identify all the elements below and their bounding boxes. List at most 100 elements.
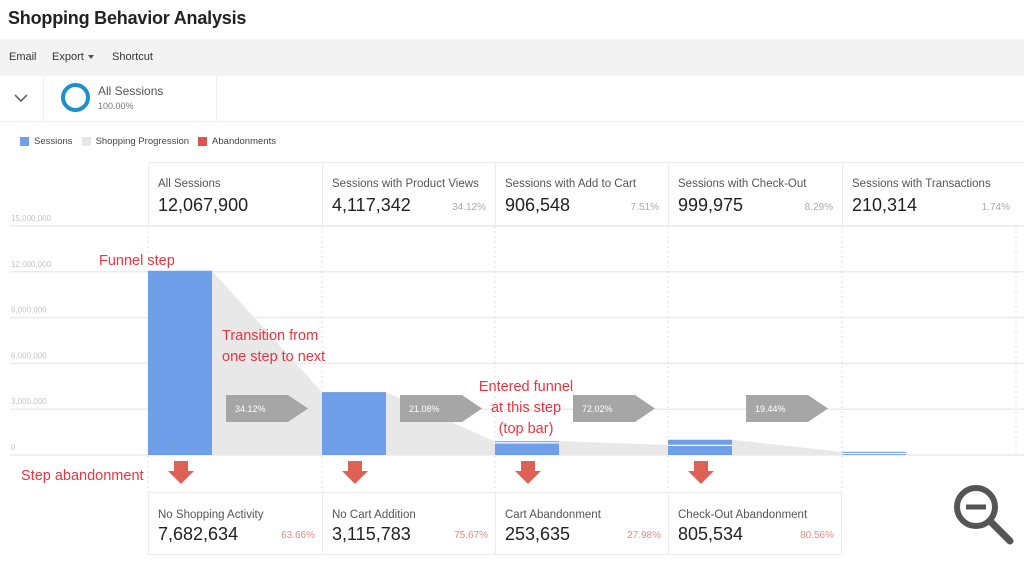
y-tick-label: 12,000,000: [11, 260, 52, 269]
chevron-down-icon: [14, 94, 28, 103]
transition-rate-label: 72.02%: [582, 404, 613, 414]
legend-swatch-progression: [81, 137, 91, 146]
chart-legend: Sessions Shopping Progression Abandonmen…: [20, 136, 285, 147]
transition-rate-arrow: [226, 395, 308, 422]
abandonment-arrow-icon[interactable]: [342, 461, 368, 484]
progression-area: [212, 270, 386, 455]
step-header-transactions[interactable]: Sessions with Transactions 210,314 1.74%: [842, 163, 1024, 226]
step-value: 12,067,900: [158, 195, 249, 215]
abandonment-label: No Shopping Activity: [158, 509, 264, 521]
transition-rate-arrow: [400, 395, 482, 422]
y-tick-label: 3,000,000: [11, 397, 47, 406]
step-header-check-out[interactable]: Sessions with Check-Out 999,975 8.29%: [668, 163, 842, 226]
legend-label: Shopping Progression: [95, 136, 190, 147]
transition-rate-arrow: [573, 395, 655, 422]
abandonment-percent: 80.56%: [800, 530, 834, 541]
annotation-entered-funnel: (top bar): [499, 421, 554, 437]
segment-toggle-button[interactable]: [0, 76, 44, 122]
abandonment-check-out-abandonment[interactable]: Check-Out Abandonment 805,534 80.56%: [668, 493, 842, 555]
segment-bar: All Sessions 100.00%: [0, 76, 1024, 122]
session-bar: [322, 392, 386, 455]
transition-rate-arrow: [746, 395, 828, 422]
step-header-all-sessions[interactable]: All Sessions 12,067,900: [148, 163, 322, 226]
step-value: 4,117,342: [332, 195, 411, 215]
down-arrow-shape: [688, 461, 714, 484]
down-arrow-shape: [342, 461, 368, 484]
abandonment-arrow-icon[interactable]: [168, 461, 194, 484]
abandonment-percent: 75.67%: [454, 530, 488, 541]
segment-card-all-sessions[interactable]: All Sessions 100.00%: [44, 76, 217, 122]
abandonment-value: 253,635: [505, 524, 571, 544]
step-percent: 7.51%: [630, 202, 659, 213]
shortcut-button[interactable]: Shortcut: [112, 51, 153, 63]
progression-area: [732, 439, 906, 455]
step-label: Sessions with Add to Cart: [505, 178, 637, 190]
step-value: 906,548: [505, 195, 571, 215]
step-value: 999,975: [678, 195, 744, 215]
page-title: Shopping Behavior Analysis: [8, 8, 247, 28]
annotation-transition: one step to next: [222, 349, 325, 365]
segment-percent: 100.00%: [98, 101, 134, 111]
segment-ring-icon: [61, 83, 90, 112]
y-tick-label: 9,000,000: [11, 306, 47, 315]
abandonment-percent: 27.98%: [627, 530, 661, 541]
step-header-row: All Sessions 12,067,900 Sessions with Pr…: [148, 162, 1024, 226]
abandonment-value: 805,534: [678, 524, 744, 544]
abandonment-label: Cart Abandonment: [505, 509, 601, 521]
step-percent: 1.74%: [981, 202, 1010, 213]
step-header-add-to-cart[interactable]: Sessions with Add to Cart 906,548 7.51%: [495, 163, 668, 226]
progression-area: [559, 441, 732, 455]
step-percent: 34.12%: [452, 202, 486, 213]
legend-item-abandonments: Abandonments: [198, 136, 276, 147]
step-percent: 8.29%: [804, 202, 833, 213]
abandonment-value: 7,682,634: [158, 524, 239, 544]
toolbar: Email Export Shortcut: [0, 39, 1024, 76]
abandonment-label: Check-Out Abandonment: [678, 509, 808, 521]
segment-name: All Sessions: [98, 84, 164, 98]
y-tick-label: 6,000,000: [11, 351, 47, 360]
step-header-product-views[interactable]: Sessions with Product Views 4,117,342 34…: [322, 163, 495, 226]
annotation-funnel-step: Funnel step: [99, 253, 175, 269]
down-arrow-shape: [168, 461, 194, 484]
abandonment-no-shopping-activity[interactable]: No Shopping Activity 7,682,634 63.66%: [148, 493, 322, 555]
export-label: Export: [52, 51, 84, 63]
caret-down-icon: [87, 55, 94, 60]
annotation-step-abandonment: Step abandonment: [21, 468, 144, 484]
legend-swatch-sessions: [20, 137, 29, 146]
annotation-transition: Transition from: [222, 328, 318, 344]
step-value: 210,314: [852, 195, 918, 215]
down-arrow-shape: [515, 461, 541, 484]
y-tick-label: 0: [11, 443, 16, 452]
annotation-entered-funnel: Entered funnel: [479, 379, 573, 395]
legend-label: Abandonments: [212, 136, 276, 147]
abandonment-cart-abandonment[interactable]: Cart Abandonment 253,635 27.98%: [495, 493, 668, 555]
step-label: Sessions with Check-Out: [678, 178, 807, 190]
legend-label: Sessions: [34, 136, 73, 147]
abandonment-arrow-icon[interactable]: [688, 461, 714, 484]
step-label: Sessions with Product Views: [332, 178, 479, 190]
abandonment-value: 3,115,783: [332, 524, 411, 544]
abandonment-arrow-icon[interactable]: [515, 461, 541, 484]
step-label: All Sessions: [158, 178, 221, 190]
progression-area: [386, 392, 559, 455]
legend-swatch-abandonments: [198, 137, 208, 146]
zoom-out-icon: [954, 485, 1014, 545]
annotation-entered-funnel: at this step: [491, 400, 561, 416]
zoom-out-button[interactable]: [952, 483, 1016, 547]
legend-item-sessions: Sessions: [20, 136, 73, 147]
abandonment-label: No Cart Addition: [332, 509, 416, 521]
export-button[interactable]: Export: [52, 51, 94, 63]
abandonment-percent: 63.66%: [281, 530, 315, 541]
legend-item-shopping-progression: Shopping Progression: [81, 136, 190, 147]
session-bar: [842, 451, 906, 455]
email-button[interactable]: Email: [9, 51, 37, 63]
session-bar: [668, 439, 732, 455]
step-label: Sessions with Transactions: [852, 178, 991, 190]
session-bar: [495, 441, 559, 455]
abandonment-row: No Shopping Activity 7,682,634 63.66% No…: [148, 492, 842, 555]
transition-rate-label: 19.44%: [755, 404, 786, 414]
transition-rate-label: 21.08%: [409, 404, 440, 414]
abandonment-no-cart-addition[interactable]: No Cart Addition 3,115,783 75.67%: [322, 493, 495, 555]
y-tick-label: 15,000,000: [11, 214, 52, 223]
transition-rate-label: 34.12%: [235, 404, 266, 414]
